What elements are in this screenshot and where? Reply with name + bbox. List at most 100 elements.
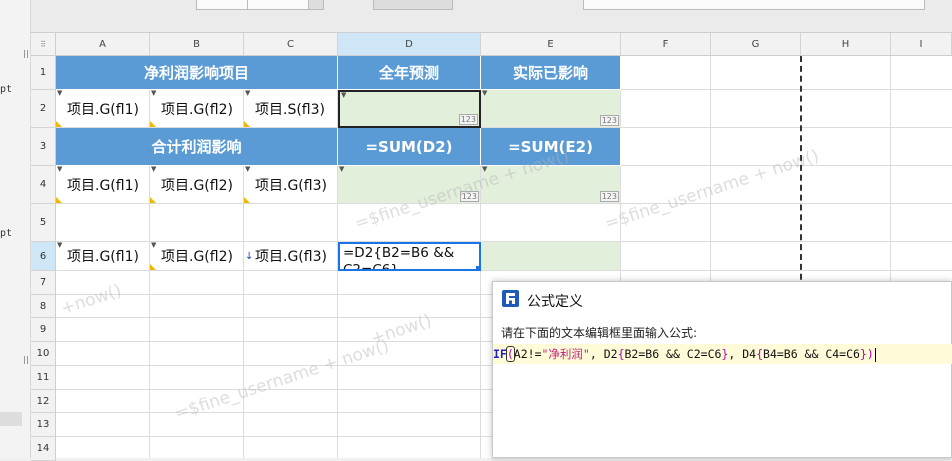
cell-text: 项目.G(fl2) bbox=[161, 177, 233, 194]
panel-label: pt bbox=[0, 228, 13, 239]
cell-a3-merged[interactable]: 合计利润影响 bbox=[56, 128, 338, 166]
cell-e6[interactable] bbox=[481, 242, 621, 271]
cell-text: 项目.G(fl3) bbox=[255, 249, 327, 265]
formula-dialog[interactable]: 公式定义 请在下面的文本编辑框里面输入公式: IF(A2!="净利润", D2{… bbox=[492, 281, 952, 458]
row-header-6[interactable]: 6 bbox=[31, 242, 56, 271]
down-arrow-icon: ▼ bbox=[151, 89, 157, 97]
app-logo-icon bbox=[502, 290, 519, 307]
row-header-13[interactable]: 13 bbox=[31, 413, 56, 437]
column-header-h[interactable]: H bbox=[801, 33, 891, 56]
formula-token: B2=B6 && C2=C6 bbox=[624, 347, 722, 361]
formula-token: { bbox=[756, 347, 764, 361]
cell-e1[interactable]: 实际已影响 bbox=[481, 56, 621, 90]
fill-handle[interactable] bbox=[476, 266, 481, 271]
dialog-title: 公式定义 bbox=[527, 294, 583, 310]
cell-d1[interactable]: 全年预测 bbox=[338, 56, 481, 90]
cell-e4[interactable]: ▼ 123 bbox=[481, 165, 621, 204]
cell-formula-text: =D2{B2=B6 && C2=C6} bbox=[343, 245, 455, 271]
cell-a4[interactable]: 项目.G(fl1) ▼ bbox=[56, 165, 150, 204]
down-arrow-icon: ▼ bbox=[339, 165, 345, 173]
cell-a2[interactable]: 项目.G(fl1) ▼ bbox=[56, 89, 150, 128]
cell-text: 项目.G(fl1) bbox=[67, 249, 139, 265]
row-header-4[interactable]: 4 bbox=[31, 166, 56, 204]
row-header-3[interactable]: 3 bbox=[31, 128, 56, 166]
toolbar-field[interactable] bbox=[196, 0, 248, 10]
number-format-badge: 123 bbox=[599, 191, 619, 202]
down-arrow-icon: ▼ bbox=[245, 89, 251, 97]
row-header-1[interactable]: 1 bbox=[31, 56, 56, 90]
row-header-12[interactable]: 12 bbox=[31, 390, 56, 413]
cell-b6[interactable]: 项目.G(fl2) ▼ bbox=[150, 241, 244, 271]
expand-marker-icon bbox=[244, 197, 250, 203]
row-header-8[interactable]: 8 bbox=[31, 295, 56, 318]
expand-marker-icon bbox=[150, 121, 156, 127]
formula-token: B4=B6 && C4=C6 bbox=[763, 347, 860, 361]
cell-text: 项目.G(fl3) bbox=[255, 177, 327, 194]
cell-a6[interactable]: 项目.G(fl1) ▼ bbox=[56, 241, 150, 271]
cell-c4[interactable]: 项目.G(fl3) ▼ bbox=[244, 165, 338, 204]
column-header-i[interactable]: I bbox=[891, 33, 952, 56]
left-side-panel: pt pt bbox=[0, 0, 31, 458]
formula-token: } bbox=[859, 347, 867, 361]
row-header-7[interactable]: 7 bbox=[31, 271, 56, 295]
toolbar-field[interactable] bbox=[247, 0, 309, 10]
cell-b2[interactable]: 项目.G(fl2) ▼ bbox=[150, 89, 244, 128]
row-header-14[interactable]: 14 bbox=[31, 437, 56, 461]
cell-d6-editing[interactable]: =D2{B2=B6 && C2=C6} bbox=[338, 242, 481, 271]
cell-d3[interactable]: =SUM(D2) bbox=[338, 128, 481, 166]
expand-marker-icon bbox=[150, 197, 156, 203]
toolbar-input[interactable] bbox=[583, 0, 925, 10]
column-header-a[interactable]: A bbox=[56, 33, 150, 56]
column-header-d[interactable]: D bbox=[338, 33, 481, 56]
formula-token: A2!= bbox=[513, 347, 542, 361]
formula-token: "净利润" bbox=[541, 347, 590, 361]
row-header-5[interactable]: 5 bbox=[31, 204, 56, 242]
down-arrow-icon: ▼ bbox=[57, 241, 63, 249]
cell-a1-merged[interactable]: 净利润影响项目 bbox=[56, 56, 338, 90]
row-header-2[interactable]: 2 bbox=[31, 90, 56, 128]
formula-token: { bbox=[617, 347, 625, 361]
cell-e3[interactable]: =SUM(E2) bbox=[481, 128, 621, 166]
expand-marker-icon bbox=[56, 197, 62, 203]
number-format-badge: 123 bbox=[458, 114, 478, 125]
cell-d4[interactable]: ▼ 123 bbox=[338, 165, 481, 204]
column-header-g[interactable]: G bbox=[711, 33, 801, 56]
cell-text: 项目.G(fl2) bbox=[161, 249, 233, 265]
cell-b4[interactable]: 项目.G(fl2) ▼ bbox=[150, 165, 244, 204]
formula-token: , D4 bbox=[728, 347, 757, 361]
toolbar-button[interactable] bbox=[373, 0, 453, 10]
formula-token: ) bbox=[866, 347, 874, 361]
formula-token: IF bbox=[493, 347, 507, 361]
cell-c6[interactable]: 项目.G(fl3) ↓ bbox=[244, 242, 338, 271]
expand-marker-icon bbox=[244, 121, 250, 127]
cell-text: 项目.G(fl1) bbox=[67, 177, 139, 194]
select-all-corner[interactable]: ⠿ bbox=[31, 33, 56, 56]
down-arrow-icon: ▼ bbox=[482, 165, 488, 173]
toolbar-dropdown-button[interactable] bbox=[308, 0, 324, 10]
down-arrow-icon: ▼ bbox=[341, 91, 347, 99]
number-format-badge: 123 bbox=[459, 191, 479, 202]
number-format-badge: 123 bbox=[599, 115, 619, 126]
scroll-thumb[interactable] bbox=[0, 412, 22, 426]
down-arrow-icon: ▼ bbox=[57, 165, 63, 173]
column-header-e[interactable]: E bbox=[481, 33, 621, 56]
formula-editor[interactable]: IF(A2!="净利润", D2{B2=B6 && C2=C6}, D4{B4=… bbox=[493, 344, 952, 364]
dialog-prompt: 请在下面的文本编辑框里面输入公式: bbox=[501, 326, 698, 340]
column-header-f[interactable]: F bbox=[621, 33, 711, 56]
formula-token: , D2 bbox=[589, 347, 618, 361]
splitter-handle[interactable] bbox=[24, 356, 28, 364]
row-header-9[interactable]: 9 bbox=[31, 318, 56, 342]
cell-d2[interactable]: ▼ 123 bbox=[338, 90, 481, 128]
row-header-10[interactable]: 10 bbox=[31, 342, 56, 366]
cell-c2[interactable]: 项目.S(fl3) ▼ bbox=[244, 89, 338, 128]
down-arrow-icon: ▼ bbox=[245, 165, 251, 173]
cell-text: 项目.G(fl2) bbox=[161, 101, 233, 118]
splitter-handle[interactable] bbox=[24, 50, 28, 58]
down-arrow-icon: ▼ bbox=[151, 241, 157, 249]
column-header-c[interactable]: C bbox=[244, 33, 338, 56]
column-header-b[interactable]: B bbox=[150, 33, 244, 56]
cell-e2[interactable]: ▼ 123 bbox=[481, 89, 621, 128]
row-header-11[interactable]: 11 bbox=[31, 366, 56, 390]
down-arrow-icon: ▼ bbox=[482, 89, 488, 97]
down-arrow-icon: ▼ bbox=[57, 89, 63, 97]
